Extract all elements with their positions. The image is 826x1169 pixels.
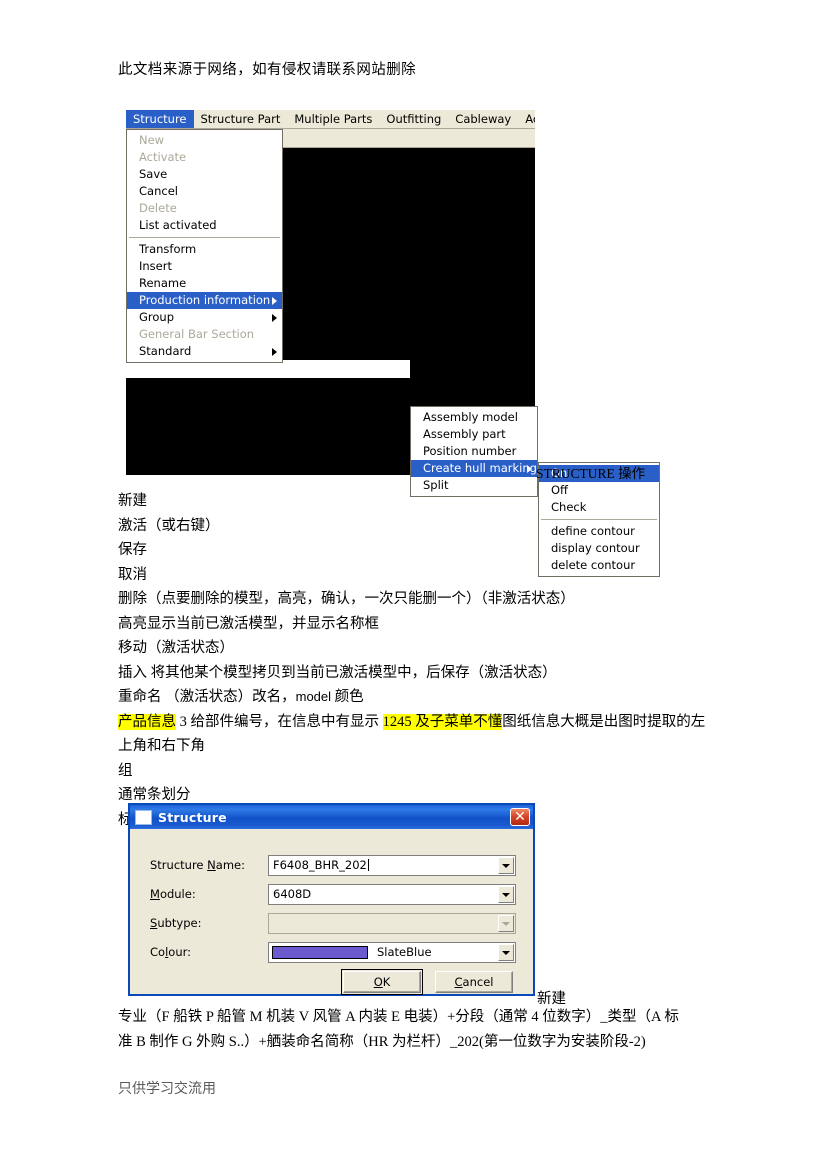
- note-line-cancel: 取消: [118, 566, 147, 583]
- close-icon[interactable]: ✕: [510, 808, 530, 826]
- menu-item-insert[interactable]: Insert: [127, 258, 282, 275]
- menubar-item-structure[interactable]: Structure: [126, 110, 194, 128]
- note-line-product-information: 产品信息 3 给部件编号，在信息中有显示 1245 及子菜单不懂图纸信息大概是出…: [118, 710, 718, 759]
- menubar-item-accommodation[interactable]: Accommoda: [518, 110, 535, 128]
- window-system-icon: [135, 809, 152, 825]
- field-row-colour: Colour: SlateBlue: [150, 942, 516, 963]
- dialog-button-row: OK Cancel: [341, 969, 513, 995]
- menu-item-group-label: Group: [139, 310, 175, 324]
- structure-name-value: F6408_BHR_202: [273, 858, 369, 872]
- cancel-button[interactable]: Cancel: [435, 971, 513, 993]
- module-value: 6408D: [273, 887, 312, 901]
- menu-item-save[interactable]: Save: [127, 166, 282, 183]
- menu-item-list-activated[interactable]: List activated: [127, 217, 282, 234]
- document-footer-note: 只供学习交流用: [118, 1082, 216, 1097]
- menu-item-rename[interactable]: Rename: [127, 275, 282, 292]
- note-line-group: 组: [118, 762, 133, 779]
- highlight-1245-submenu: 1245 及子菜单不懂: [382, 713, 503, 730]
- submenu-arrow-icon: [272, 297, 277, 305]
- chevron-down-icon[interactable]: [498, 857, 514, 874]
- menu-item-group[interactable]: Group: [127, 309, 282, 326]
- menu-item-activate: Activate: [139, 150, 187, 164]
- menubar-item-cableway[interactable]: Cableway: [448, 110, 518, 128]
- note-line-transform: 移动（激活状态）: [118, 640, 234, 656]
- text-caret: [367, 859, 369, 871]
- menu-item-delete: Delete: [139, 201, 177, 215]
- chevron-down-icon: [498, 915, 514, 932]
- subtype-input: [268, 913, 516, 934]
- menubar-item-structure-part[interactable]: Structure Part: [194, 110, 288, 128]
- colour-value: SlateBlue: [377, 945, 432, 959]
- menu-item-production-information[interactable]: Production information: [127, 292, 282, 309]
- note-line-insert: 插入 将其他某个模型拷贝到当前已激活模型中，后保存（激活状态）: [118, 664, 557, 681]
- ok-button[interactable]: OK: [341, 969, 423, 995]
- structure-name-input[interactable]: F6408_BHR_202: [268, 855, 516, 876]
- subtype-label: Subtype:: [150, 916, 202, 930]
- naming-rule-line-2: 准 B 制作 G 外购 S..）+舾装命名简称（HR 为栏杆）_202(第一位数…: [118, 1033, 646, 1050]
- menu-screenshot-caption: STRUCTURE 操作: [536, 466, 646, 481]
- menu-item-create-hull-marking-label: Create hull marking: [423, 461, 537, 475]
- submenu-arrow-icon: [272, 314, 277, 322]
- dialog-title: Structure: [158, 809, 227, 825]
- field-row-structure-name: Structure Name: F6408_BHR_202: [150, 855, 516, 876]
- document-header-note: 此文档来源于网络，如有侵权请联系网站删除: [118, 62, 416, 78]
- app-viewport-upper: [283, 148, 535, 360]
- menu-item-assembly-model[interactable]: Assembly model: [411, 409, 537, 426]
- note-line-list-activated: 高亮显示当前已激活模型，并显示名称框: [118, 615, 379, 632]
- naming-rule-line-1: 专业（F 船铁 P 船管 M 机装 V 风管 A 内装 E 电装）+分段（通常 …: [118, 1009, 679, 1025]
- colour-input[interactable]: SlateBlue: [268, 942, 516, 963]
- app-viewport-lower: [126, 378, 418, 475]
- note-line-save: 保存: [118, 542, 147, 558]
- field-row-module: Module: 6408D: [150, 884, 516, 905]
- structure-name-label: Structure Name:: [150, 858, 245, 872]
- naming-rule-block: 专业（F 船铁 P 船管 M 机装 V 风管 A 内装 E 电装）+分段（通常 …: [118, 1005, 710, 1054]
- menu-screenshot: Structure Structure Part Multiple Parts Out…: [126, 110, 660, 577]
- production-information-submenu[interactable]: Assembly model Assembly part Position nu…: [410, 406, 538, 497]
- colour-swatch: [272, 946, 368, 959]
- menubar-item-outfitting[interactable]: Outfitting: [379, 110, 448, 128]
- note-line-new: 新建: [118, 493, 147, 509]
- notes-block: 新建 激活（或右键） 保存 取消 删除（点要删除的模型，高亮，确认，一次只能删一…: [118, 489, 718, 832]
- note-line-rename: 重命名 （激活状态）改名，model 颜色: [118, 685, 718, 710]
- highlight-product-info: 产品信息: [118, 713, 176, 730]
- colour-label: Colour:: [150, 945, 192, 959]
- menu-item-cancel[interactable]: Cancel: [127, 183, 282, 200]
- menu-item-new: New: [139, 133, 165, 147]
- rename-prefix: 重命名 （激活状态）改名，: [118, 689, 296, 705]
- product-info-mid: 3 给部件编号，在信息中有显示: [176, 713, 383, 730]
- submenu-arrow-icon: [527, 465, 532, 473]
- dialog-body: Structure Name: F6408_BHR_202 Module: 64…: [130, 829, 533, 995]
- rename-suffix: 颜色: [331, 689, 364, 705]
- menu-item-create-hull-marking[interactable]: Create hull marking: [411, 460, 537, 477]
- field-row-subtype: Subtype:: [150, 913, 516, 934]
- app-toolbar-strip: [283, 129, 535, 148]
- menu-separator: [129, 237, 280, 238]
- menu-item-production-information-label: Production information: [139, 293, 271, 307]
- module-input[interactable]: 6408D: [268, 884, 516, 905]
- menu-item-standard[interactable]: Standard: [127, 343, 282, 360]
- menu-item-position-number[interactable]: Position number: [411, 443, 537, 460]
- menu-item-assembly-part[interactable]: Assembly part: [411, 426, 537, 443]
- menubar-item-multiple-parts[interactable]: Multiple Parts: [287, 110, 379, 128]
- application-menubar[interactable]: Structure Structure Part Multiple Parts Out…: [126, 110, 535, 129]
- note-line-delete: 删除（点要删除的模型，高亮，确认，一次只能删一个）（非激活状态）: [118, 591, 575, 607]
- menu-item-transform[interactable]: Transform: [127, 241, 282, 258]
- chevron-down-icon[interactable]: [498, 886, 514, 903]
- rename-latin: model: [295, 689, 332, 704]
- menu-item-general-bar-section: General Bar Section: [139, 327, 255, 341]
- module-label: Module:: [150, 887, 196, 901]
- menu-item-standard-label: Standard: [139, 344, 192, 358]
- dialog-titlebar[interactable]: Structure ✕: [130, 805, 533, 829]
- chevron-down-icon[interactable]: [498, 944, 514, 961]
- structure-dialog: Structure ✕ Structure Name: F6408_BHR_20…: [128, 803, 535, 996]
- submenu-arrow-icon: [272, 348, 277, 356]
- structure-dropdown-menu[interactable]: New Activate Save Cancel Delete List act…: [126, 129, 283, 363]
- note-line-activate: 激活（或右键）: [118, 517, 220, 534]
